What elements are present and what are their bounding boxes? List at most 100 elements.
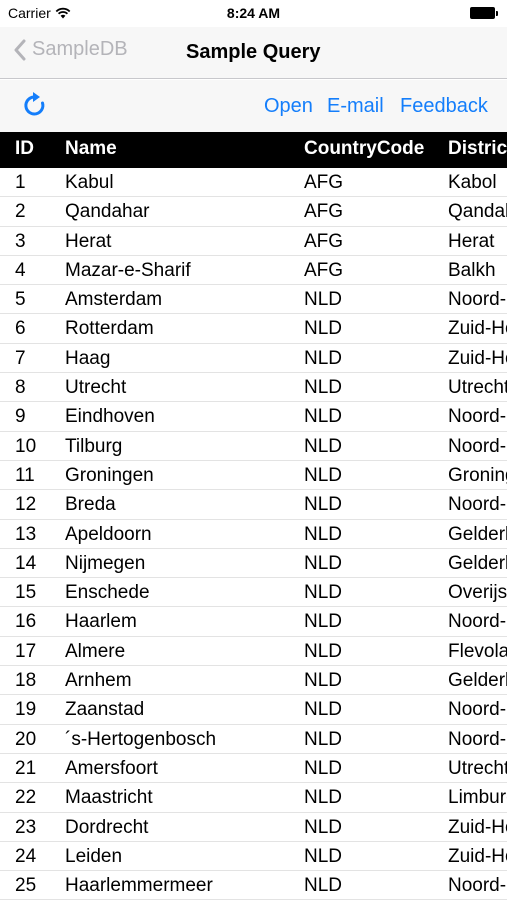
cell-id: 16 [15, 611, 37, 633]
cell-district: Noord-Brabant [448, 728, 507, 750]
cell-district: Balkh [448, 259, 496, 281]
table-row[interactable]: 25 Haarlemmermeer NLD Noord-Holland [0, 871, 507, 900]
cell-district: Noord-Holland [448, 699, 507, 721]
cell-countrycode: NLD [304, 875, 343, 897]
table-row[interactable]: 21 Amersfoort NLD Utrecht [0, 754, 507, 784]
table-row[interactable]: 8 Utrecht NLD Utrecht [0, 373, 507, 403]
email-button[interactable]: E-mail [327, 95, 384, 118]
cell-countrycode: AFG [304, 259, 344, 281]
cell-id: 9 [15, 406, 26, 428]
table-row[interactable]: 11 Groningen NLD Groningen [0, 461, 507, 491]
cell-id: 3 [15, 230, 26, 252]
table-row[interactable]: 20 ´s-Hertogenbosch NLD Noord-Brabant [0, 725, 507, 754]
cell-id: 5 [15, 289, 26, 311]
table-row[interactable]: 5 Amsterdam NLD Noord-Holland [0, 285, 507, 315]
column-header-countrycode: CountryCode [304, 138, 425, 159]
cell-district: Groningen [448, 464, 507, 486]
back-button-label: SampleDB [32, 38, 128, 60]
table-row[interactable]: 23 Dordrecht NLD Zuid-Holland [0, 813, 507, 842]
cell-countrycode: AFG [304, 201, 344, 223]
table-row[interactable]: 15 Enschede NLD Overijssel [0, 578, 507, 608]
table-row[interactable]: 9 Eindhoven NLD Noord-Brabant [0, 402, 507, 432]
cell-district: Limburg [448, 787, 507, 809]
cell-countrycode: AFG [304, 230, 344, 252]
cell-id: 13 [15, 523, 37, 545]
cell-countrycode: NLD [304, 640, 343, 662]
table-row[interactable]: 16 Haarlem NLD Noord-Holland [0, 607, 507, 637]
cell-countrycode: NLD [304, 582, 343, 604]
cell-name: ´s-Hertogenbosch [65, 728, 217, 750]
cell-id: 25 [15, 875, 37, 897]
cell-district: Gelderland [448, 670, 507, 692]
cell-district: Gelderland [448, 552, 507, 574]
cell-id: 15 [15, 582, 37, 604]
cell-district: Noord-Brabant [448, 406, 507, 428]
table-row[interactable]: 12 Breda NLD Noord-Brabant [0, 490, 507, 520]
cell-district: Noord-Brabant [448, 435, 507, 457]
column-header-name: Name [65, 138, 117, 159]
refresh-icon[interactable] [22, 91, 50, 121]
cell-countrycode: NLD [304, 377, 343, 399]
cell-district: Zuid-Holland [448, 816, 507, 838]
cell-id: 4 [15, 259, 26, 281]
cell-countrycode: NLD [304, 523, 343, 545]
table-header: ID Name CountryCode District [0, 132, 507, 168]
cell-countrycode: NLD [304, 787, 343, 809]
back-button[interactable]: SampleDB [14, 38, 128, 61]
cell-id: 11 [15, 464, 35, 486]
cell-name: Arnhem [65, 670, 132, 692]
cell-name: Eindhoven [65, 406, 155, 428]
cell-name: Enschede [65, 582, 150, 604]
table-row[interactable]: 4 Mazar-e-Sharif AFG Balkh [0, 256, 507, 286]
cell-district: Flevoland [448, 640, 507, 662]
cell-countrycode: NLD [304, 757, 343, 779]
cell-district: Noord-Holland [448, 611, 507, 633]
cell-id: 1 [15, 172, 26, 193]
table-row[interactable]: 13 Apeldoorn NLD Gelderland [0, 520, 507, 549]
cell-name: Breda [65, 494, 116, 516]
table-row[interactable]: 19 Zaanstad NLD Noord-Holland [0, 695, 507, 725]
cell-name: Groningen [65, 464, 154, 486]
cell-id: 10 [15, 435, 37, 457]
results-table[interactable]: 1 Kabul AFG Kabol 2 Qandahar AFG Qandahar 3 Herat… [0, 168, 507, 900]
cell-name: Kabul [65, 172, 114, 193]
cell-id: 8 [15, 377, 26, 399]
cell-name: Amsterdam [65, 289, 163, 311]
cell-name: Tilburg [65, 435, 123, 457]
cell-id: 24 [15, 845, 37, 867]
cell-district: Herat [448, 230, 495, 252]
cell-countrycode: NLD [304, 289, 343, 311]
table-row[interactable]: 17 Almere NLD Flevoland [0, 637, 507, 667]
cell-name: Nijmegen [65, 552, 146, 574]
table-row[interactable]: 6 Rotterdam NLD Zuid-Holland [0, 314, 507, 344]
cell-countrycode: NLD [304, 611, 343, 633]
cell-name: Qandahar [65, 201, 150, 223]
cell-name: Maastricht [65, 787, 153, 809]
cell-id: 7 [15, 347, 26, 369]
cell-id: 14 [15, 552, 37, 574]
cell-district: Zuid-Holland [448, 845, 507, 867]
open-button[interactable]: Open [264, 95, 313, 118]
table-row[interactable]: 3 Herat AFG Herat [0, 227, 507, 256]
cell-district: Utrecht [448, 757, 507, 779]
cell-id: 17 [15, 640, 37, 662]
cell-countrycode: NLD [304, 464, 343, 486]
cell-id: 22 [15, 787, 37, 809]
table-row[interactable]: 14 Nijmegen NLD Gelderland [0, 549, 507, 579]
table-row[interactable]: 2 Qandahar AFG Qandahar [0, 197, 507, 227]
table-row[interactable]: 1 Kabul AFG Kabol [0, 168, 507, 198]
feedback-button[interactable]: Feedback [400, 95, 488, 118]
cell-id: 21 [15, 757, 37, 779]
table-row[interactable]: 10 Tilburg NLD Noord-Brabant [0, 432, 507, 461]
cell-district: Noord-Holland [448, 289, 507, 311]
battery-icon [470, 7, 498, 19]
table-row[interactable]: 24 Leiden NLD Zuid-Holland [0, 842, 507, 872]
cell-countrycode: NLD [304, 494, 343, 516]
table-row[interactable]: 7 Haag NLD Zuid-Holland [0, 344, 507, 374]
page-title: Sample Query [186, 41, 321, 63]
cell-id: 6 [15, 318, 26, 340]
column-header-id: ID [15, 138, 34, 159]
cell-countrycode: NLD [304, 699, 343, 721]
table-row[interactable]: 22 Maastricht NLD Limburg [0, 783, 507, 813]
table-row[interactable]: 18 Arnhem NLD Gelderland [0, 666, 507, 696]
